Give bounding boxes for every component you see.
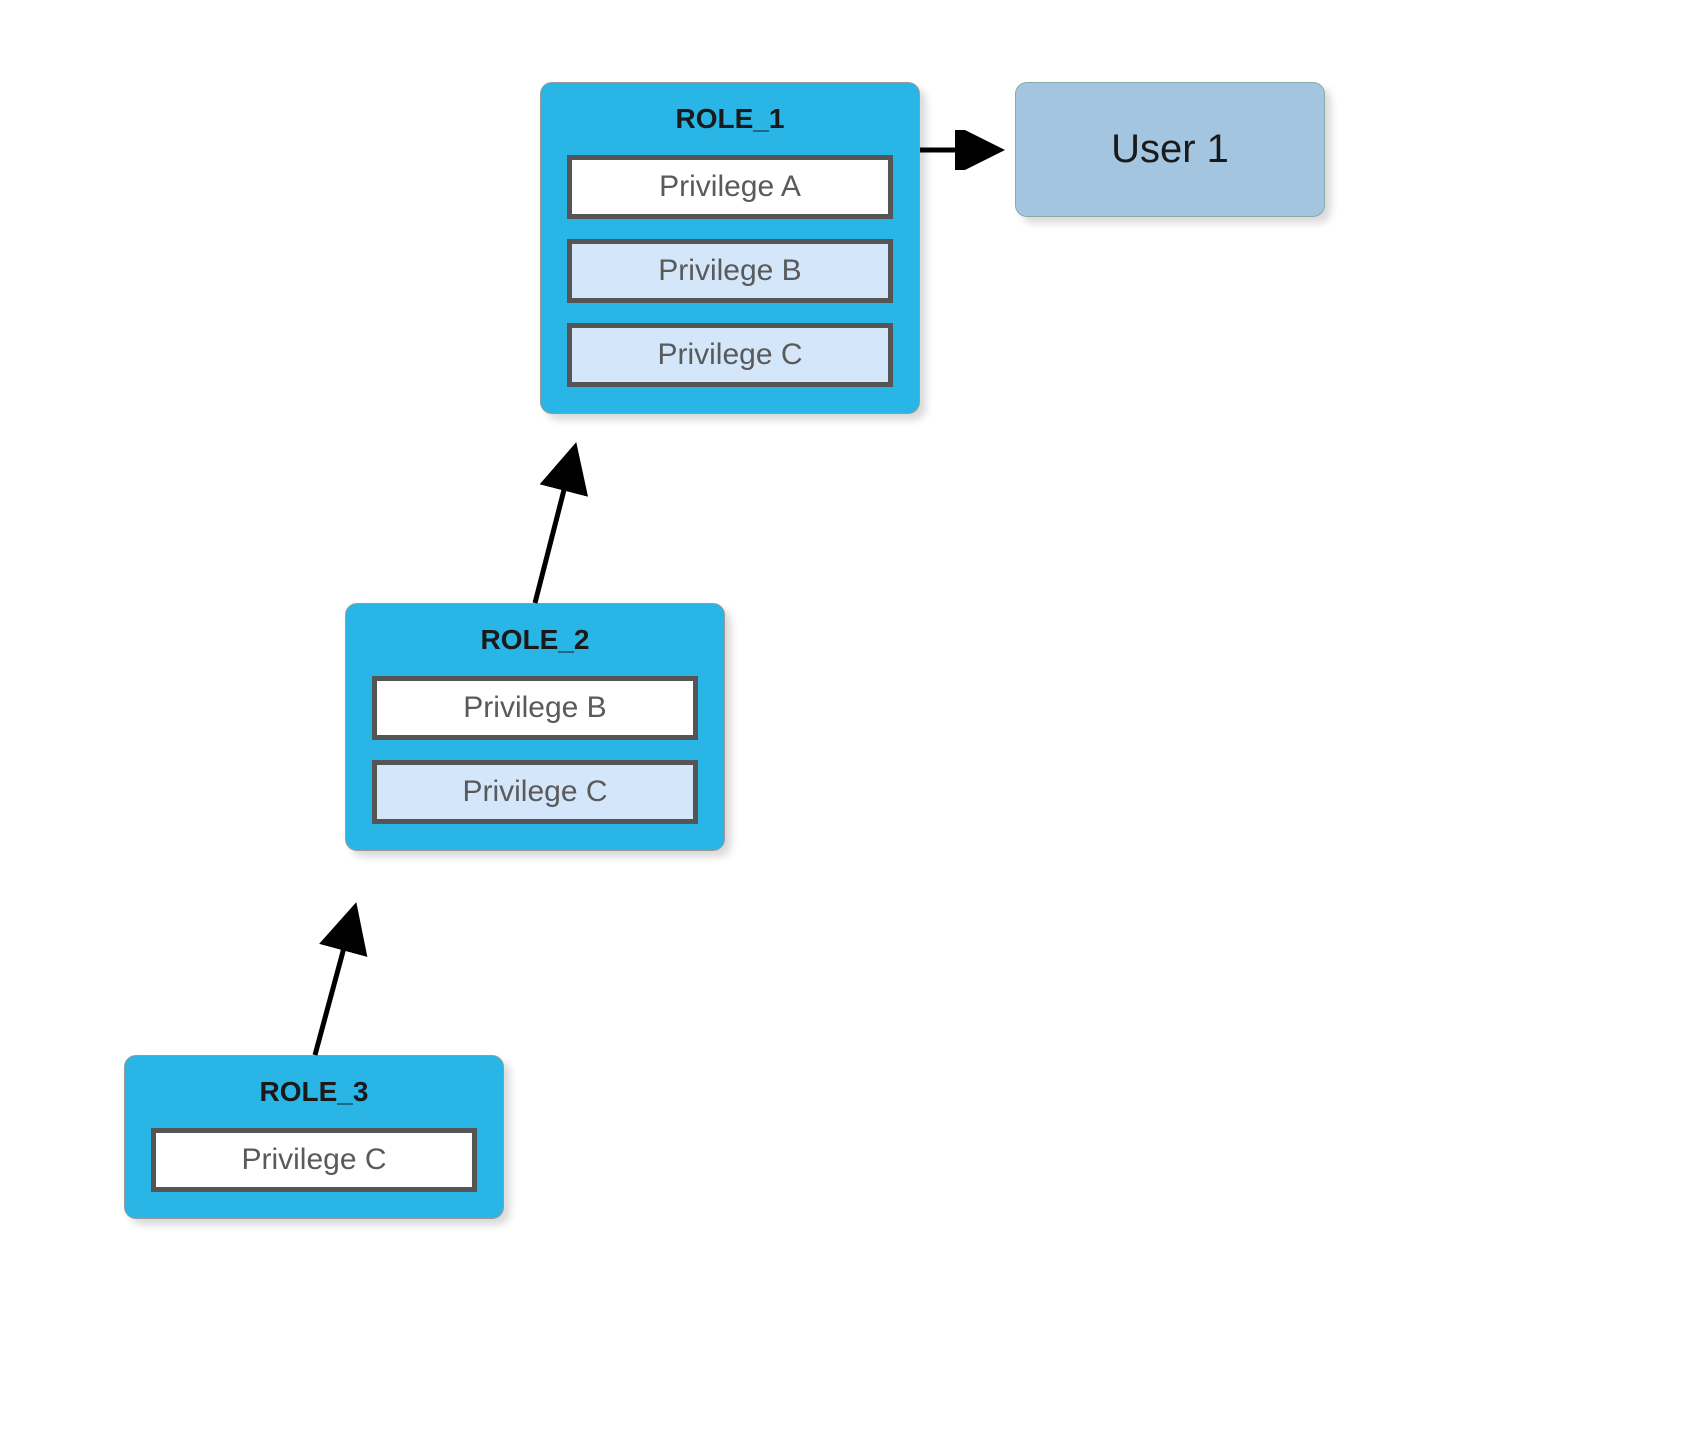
- privilege-item: Privilege B: [567, 239, 893, 303]
- role-box-role3: ROLE_3 Privilege C: [124, 1055, 504, 1219]
- arrow-role1-to-user: [920, 130, 1015, 170]
- user-label: User 1: [1111, 127, 1229, 172]
- privilege-item: Privilege B: [372, 676, 698, 740]
- arrow-role2-to-role1: [515, 435, 615, 605]
- privilege-item: Privilege C: [372, 760, 698, 824]
- privilege-item: Privilege A: [567, 155, 893, 219]
- user-box: User 1: [1015, 82, 1325, 217]
- arrow-role3-to-role2: [300, 895, 390, 1060]
- role-title: ROLE_2: [372, 624, 698, 656]
- privilege-item: Privilege C: [151, 1128, 477, 1192]
- role-box-role2: ROLE_2 Privilege B Privilege C: [345, 603, 725, 851]
- privilege-item: Privilege C: [567, 323, 893, 387]
- role-title: ROLE_1: [567, 103, 893, 135]
- role-box-role1: ROLE_1 Privilege A Privilege B Privilege…: [540, 82, 920, 414]
- role-title: ROLE_3: [151, 1076, 477, 1108]
